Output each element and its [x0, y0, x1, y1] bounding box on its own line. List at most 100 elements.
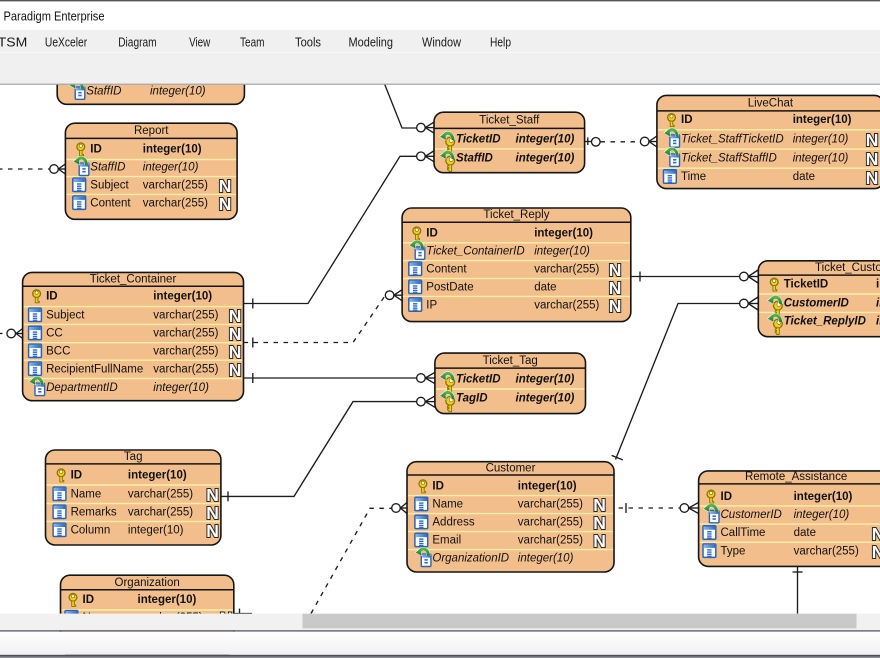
svg-text:varchar(255): varchar(255): [518, 517, 583, 529]
svg-text:Remote_Assistance: Remote_Assistance: [745, 471, 847, 483]
svg-text:ID: ID: [46, 290, 58, 302]
svg-text:StaffID: StaffID: [86, 86, 121, 98]
svg-text:Column: Column: [71, 525, 111, 537]
svg-text:integer(10): integer(10): [793, 114, 852, 126]
svg-text:varchar(255): varchar(255): [153, 310, 218, 322]
svg-text:varchar(255): varchar(255): [143, 180, 208, 192]
svg-text:integer(10): integer(10): [150, 86, 206, 98]
svg-text:DepartmentID: DepartmentID: [46, 382, 118, 394]
svg-text:integer(10): integer(10): [516, 152, 575, 164]
svg-text:Subject: Subject: [90, 180, 129, 192]
svg-text:RecipientFullName: RecipientFullName: [46, 363, 143, 375]
svg-text:Tools: Tools: [295, 34, 321, 49]
svg-text:Organization: Organization: [115, 577, 180, 589]
svg-text:Ticket_StaffStaffID: Ticket_StaffStaffID: [681, 153, 777, 165]
svg-text:integer(10): integer(10): [128, 525, 184, 537]
svg-text:Content: Content: [426, 263, 467, 275]
svg-text:integer(10): integer(10): [518, 553, 574, 565]
svg-text:integer(10): integer(10): [153, 382, 209, 394]
svg-text:varchar(255): varchar(255): [128, 489, 193, 501]
svg-text:Name: Name: [432, 499, 463, 511]
svg-text:TicketID: TicketID: [456, 374, 501, 386]
svg-text:integer(10): integer(10): [128, 470, 187, 482]
svg-text:TicketID: TicketID: [784, 279, 829, 291]
svg-text:Modeling: Modeling: [349, 34, 394, 49]
svg-text:varchar(255): varchar(255): [128, 507, 193, 519]
svg-text:Paradigm Enterprise: Paradigm Enterprise: [4, 8, 105, 23]
svg-text:varchar(255): varchar(255): [153, 363, 218, 375]
svg-text:integer(10): integer(10): [534, 228, 593, 240]
svg-text:Report: Report: [134, 125, 169, 137]
svg-text:integer(10): integer(10): [518, 481, 577, 493]
svg-text:ID: ID: [432, 481, 444, 493]
svg-text:Subject: Subject: [46, 310, 85, 322]
svg-text:integer(10): integer(10): [534, 246, 590, 258]
svg-text:ID: ID: [90, 144, 102, 156]
svg-text:integer(10): integer(10): [793, 153, 849, 165]
svg-text:Tag: Tag: [124, 451, 143, 463]
svg-text:integer(10): integer(10): [876, 279, 880, 291]
svg-text:CallTime: CallTime: [721, 527, 766, 539]
svg-text:Ticket_Customer: Ticket_Customer: [815, 262, 880, 274]
svg-text:varchar(255): varchar(255): [534, 299, 599, 311]
svg-text:integer(10): integer(10): [143, 144, 202, 156]
svg-text:date: date: [534, 282, 556, 294]
svg-text:integer(10): integer(10): [876, 297, 880, 309]
svg-text:ID: ID: [83, 594, 95, 606]
svg-text:ID: ID: [426, 228, 438, 240]
svg-text:Window: Window: [422, 34, 462, 49]
svg-text:integer(10): integer(10): [153, 290, 212, 302]
svg-text:date: date: [794, 527, 816, 539]
svg-text:varchar(255): varchar(255): [794, 545, 859, 557]
svg-text:Ticket_Container: Ticket_Container: [90, 274, 177, 286]
svg-text:OrganizationID: OrganizationID: [432, 553, 509, 565]
svg-text:BCC: BCC: [46, 346, 70, 358]
svg-text:integer(10): integer(10): [516, 374, 575, 386]
svg-text:Time: Time: [681, 171, 706, 183]
svg-text:varchar(255): varchar(255): [518, 499, 583, 511]
svg-text:StaffID: StaffID: [90, 162, 125, 174]
svg-text:varchar(255): varchar(255): [518, 535, 583, 547]
svg-text:Help: Help: [490, 34, 511, 49]
svg-text:ID: ID: [721, 491, 733, 503]
svg-text:Ticket_Staff: Ticket_Staff: [479, 115, 540, 127]
svg-text:varchar(255): varchar(255): [153, 346, 218, 358]
svg-text:Customer: Customer: [486, 463, 536, 475]
svg-text:integer(10): integer(10): [516, 133, 575, 145]
svg-text:ITSM: ITSM: [0, 34, 27, 49]
svg-text:Type: Type: [721, 545, 746, 557]
svg-text:integer(10): integer(10): [794, 509, 850, 521]
svg-text:ID: ID: [681, 114, 693, 126]
svg-text:Name: Name: [71, 489, 102, 501]
svg-text:Ticket_Reply: Ticket_Reply: [483, 209, 549, 221]
svg-text:Address: Address: [432, 517, 474, 529]
svg-text:CC: CC: [46, 328, 63, 340]
svg-text:TagID: TagID: [456, 393, 488, 405]
svg-text:Diagram: Diagram: [118, 34, 156, 49]
svg-text:CustomerID: CustomerID: [721, 509, 782, 521]
svg-text:integer(10): integer(10): [794, 491, 853, 503]
svg-text:Ticket_StaffTicketID: Ticket_StaffTicketID: [681, 133, 784, 145]
svg-text:date: date: [793, 171, 815, 183]
svg-text:UeXceler: UeXceler: [45, 34, 88, 49]
svg-text:Content: Content: [90, 197, 131, 209]
svg-text:View: View: [189, 34, 211, 49]
svg-text:Email: Email: [432, 535, 461, 547]
svg-text:CustomerID: CustomerID: [784, 297, 849, 309]
svg-text:ID: ID: [71, 470, 83, 482]
svg-text:Ticket_ReplyID: Ticket_ReplyID: [784, 315, 866, 327]
svg-text:StaffID: StaffID: [456, 152, 493, 164]
svg-text:varchar(255): varchar(255): [534, 263, 599, 275]
svg-text:Remarks: Remarks: [71, 507, 117, 519]
svg-text:Ticket_ContainerID: Ticket_ContainerID: [426, 246, 524, 258]
svg-text:integer(10): integer(10): [138, 594, 197, 606]
svg-text:integer(10): integer(10): [876, 315, 880, 327]
svg-text:Team: Team: [240, 34, 265, 49]
svg-text:varchar(255): varchar(255): [153, 328, 218, 340]
svg-text:IP: IP: [426, 299, 437, 311]
svg-text:integer(10): integer(10): [143, 162, 199, 174]
svg-text:PostDate: PostDate: [426, 282, 473, 294]
svg-text:TicketID: TicketID: [456, 133, 501, 145]
svg-text:varchar(255): varchar(255): [143, 197, 208, 209]
svg-text:integer(10): integer(10): [793, 133, 849, 145]
